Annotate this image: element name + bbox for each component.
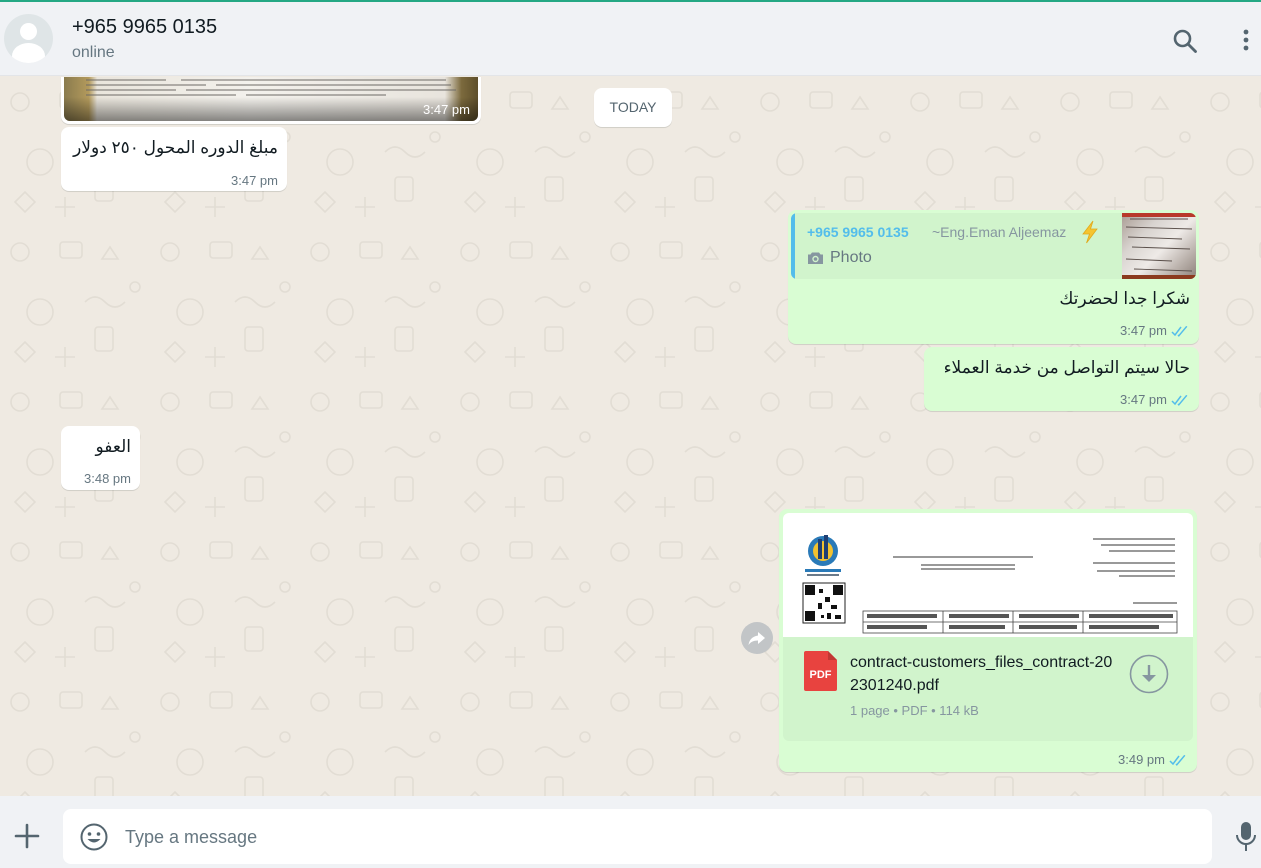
lightning-bolt-icon — [1082, 220, 1098, 244]
pdf-badge-text: PDF — [810, 669, 832, 681]
quote-accent-bar — [791, 213, 795, 279]
outgoing-text-message[interactable]: حالا سيتم التواصل من خدمة العملاء 3:47 p… — [924, 347, 1199, 411]
chat-panel[interactable]: 3:47 pm TODAY مبلغ الدوره المحول ٢٥٠ دول… — [0, 77, 1261, 796]
download-icon[interactable] — [1129, 654, 1169, 694]
avatar-body-shape — [12, 43, 45, 63]
document-file-row[interactable]: PDF contract-customers_files_contract-20… — [783, 637, 1193, 741]
pdf-file-icon: PDF — [804, 651, 837, 691]
message-composer — [0, 796, 1261, 868]
contact-avatar[interactable] — [4, 14, 53, 63]
quoted-message[interactable]: +965 9965 0135 ~Eng.Eman Aljeemaz Photo — [791, 213, 1196, 279]
message-time: 3:47 pm — [231, 173, 278, 188]
quoted-photo-texture — [1122, 213, 1196, 279]
image-time-shade — [64, 97, 478, 121]
message-input[interactable] — [125, 819, 1195, 855]
search-icon[interactable] — [1172, 28, 1198, 54]
message-text: حالا سيتم التواصل من خدمة العملاء — [943, 358, 1190, 377]
message-text: مبلغ الدوره المحول ٢٥٠ دولار — [73, 138, 278, 157]
plus-icon[interactable] — [14, 823, 40, 849]
document-preview-graphic — [802, 535, 1178, 634]
qr-code — [802, 582, 846, 624]
quoted-media-type: Photo — [830, 249, 872, 266]
document-file-meta: 1 page • PDF • 114 kB — [850, 703, 979, 718]
read-receipt-icon — [1171, 395, 1188, 406]
avatar-head-shape — [20, 23, 37, 40]
kebab-menu-icon[interactable] — [1236, 28, 1256, 54]
forward-icon[interactable] — [741, 622, 773, 654]
quoted-photo-thumbnail — [1122, 213, 1196, 279]
message-text: شكرا جدا لحضرتك — [1059, 289, 1190, 308]
message-time: 3:49 pm — [1118, 752, 1165, 767]
message-time: 3:47 pm — [423, 102, 470, 117]
outgoing-reply-message[interactable]: +965 9965 0135 ~Eng.Eman Aljeemaz Photo — [788, 210, 1199, 344]
contact-status: online — [72, 44, 115, 61]
message-time: 3:47 pm — [1120, 392, 1167, 407]
read-receipt-icon — [1169, 755, 1186, 766]
outgoing-document-message[interactable]: PDF contract-customers_files_contract-20… — [779, 509, 1197, 772]
contact-name[interactable]: +965 9965 0135 — [72, 16, 217, 39]
emoji-icon[interactable] — [79, 822, 109, 852]
chat-header: +965 9965 0135 online — [0, 2, 1261, 76]
message-time: 3:48 pm — [84, 471, 131, 486]
image-message[interactable]: 3:47 pm — [61, 77, 481, 124]
incoming-text-message[interactable]: العفو 3:48 pm — [61, 426, 140, 490]
read-receipt-icon — [1171, 326, 1188, 337]
message-text: العفو — [95, 437, 132, 456]
microphone-icon[interactable] — [1234, 821, 1258, 853]
incoming-text-message[interactable]: مبلغ الدوره المحول ٢٥٠ دولار 3:47 pm — [61, 127, 287, 191]
image-thumbnail[interactable]: 3:47 pm — [64, 77, 478, 121]
message-time: 3:47 pm — [1120, 323, 1167, 338]
camera-icon — [808, 252, 823, 264]
date-divider: TODAY — [594, 88, 672, 127]
message-input-container[interactable] — [63, 809, 1212, 864]
quoted-sender: +965 9965 0135 — [807, 224, 909, 240]
document-file-name[interactable]: contract-customers_files_contract-202301… — [850, 651, 1120, 697]
company-logo — [805, 535, 841, 576]
quoted-push-name: ~Eng.Eman Aljeemaz — [932, 224, 1067, 240]
document-preview[interactable] — [783, 513, 1193, 637]
